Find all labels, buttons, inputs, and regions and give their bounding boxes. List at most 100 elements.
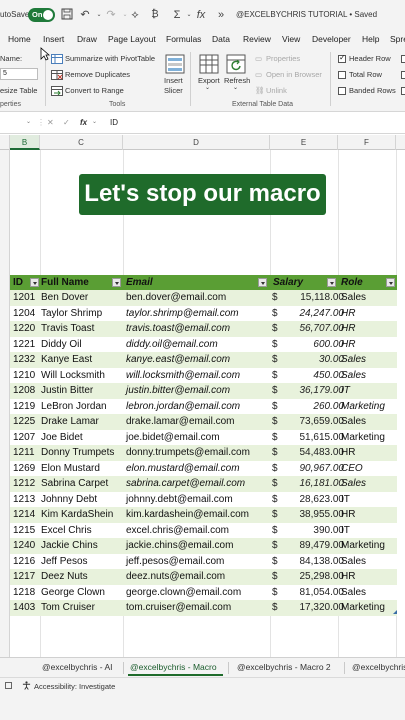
- cell-salary[interactable]: 56,707.00: [282, 321, 345, 337]
- cell-full-name[interactable]: Tom Cruiser: [38, 600, 123, 616]
- cell-salary[interactable]: 36,179.00: [282, 383, 345, 399]
- cell-id[interactable]: 1225: [10, 414, 38, 430]
- cell-role[interactable]: Sales: [338, 414, 397, 430]
- cell-id[interactable]: 1214: [10, 507, 38, 523]
- cell-email[interactable]: lebron.jordan@email.com: [123, 399, 270, 415]
- cell-role[interactable]: HR: [338, 337, 397, 353]
- column-header-c[interactable]: C: [40, 135, 123, 150]
- table-row[interactable]: 1216 Jeff Pesos jeff.pesos@email.com $84,13…: [10, 553, 397, 570]
- cell-role[interactable]: IT: [338, 492, 397, 508]
- properties-button[interactable]: Properties: [266, 54, 300, 63]
- accessibility-icon[interactable]: [22, 681, 31, 690]
- cell-full-name[interactable]: Excel Chris: [38, 523, 123, 539]
- table-row[interactable]: 1215 Excel Chris excel.chris@email.com $390…: [10, 522, 397, 539]
- undo-icon[interactable]: ↶: [78, 8, 92, 22]
- cell-id[interactable]: 1207: [10, 430, 38, 446]
- tab-developer[interactable]: Developer: [312, 34, 351, 44]
- select-all-corner[interactable]: [0, 135, 10, 150]
- cell-salary[interactable]: 90,967.00: [282, 461, 345, 477]
- cell-role[interactable]: HR: [338, 569, 397, 585]
- cell-id[interactable]: 1212: [10, 476, 38, 492]
- cell-email[interactable]: elon.mustard@email.com: [123, 461, 270, 477]
- row-headers[interactable]: [0, 150, 10, 660]
- cell-full-name[interactable]: Jackie Chins: [38, 538, 123, 554]
- table-row[interactable]: 1403 Tom Cruiser tom.cruiser@email.com $17,…: [10, 600, 397, 616]
- banded-rows-checkbox[interactable]: [338, 87, 346, 95]
- tab-page-layout[interactable]: Page Layout: [108, 34, 156, 44]
- cell-full-name[interactable]: Deez Nuts: [38, 569, 123, 585]
- table-row[interactable]: 1214 Kim KardaShein kim.kardashein@email.c…: [10, 507, 397, 523]
- cell-full-name[interactable]: George Clown: [38, 585, 123, 601]
- cell-role[interactable]: HR: [338, 507, 397, 523]
- table-row[interactable]: 1218 George Clown george.clown@email.com $8…: [10, 584, 397, 601]
- cell-email[interactable]: jeff.pesos@email.com: [123, 554, 270, 570]
- strikethrough-icon[interactable]: ₿: [148, 8, 162, 22]
- cell-email[interactable]: george.clown@email.com: [123, 585, 270, 601]
- cell-email[interactable]: diddy.oil@email.com: [123, 337, 270, 353]
- cell-email[interactable]: justin.bitter@email.com: [123, 383, 270, 399]
- unlink-button[interactable]: Unlink: [266, 86, 287, 95]
- cell-role[interactable]: Marketing: [338, 399, 397, 415]
- cell-role[interactable]: Marketing: [338, 600, 397, 616]
- insert-slicer-label-2[interactable]: Slicer: [164, 86, 183, 95]
- cell-full-name[interactable]: Elon Mustard: [38, 461, 123, 477]
- cell-salary[interactable]: 600.00: [282, 337, 344, 353]
- table-row[interactable]: 1269 Elon Mustard elon.mustard@email.com $9…: [10, 460, 397, 477]
- cell-salary[interactable]: 38,955.00: [282, 507, 345, 523]
- tab-insert[interactable]: Insert: [43, 34, 64, 44]
- cell-full-name[interactable]: Kim KardaShein: [38, 507, 123, 523]
- total-row-checkbox[interactable]: [338, 71, 346, 79]
- cell-email[interactable]: will.locksmith@email.com: [123, 368, 270, 384]
- open-in-browser-button[interactable]: Open in Browser: [266, 70, 322, 79]
- cell-role[interactable]: IT: [338, 523, 397, 539]
- table-row[interactable]: 1208 Justin Bitter justin.bitter@email.com…: [10, 383, 397, 399]
- column-header-f[interactable]: F: [338, 135, 396, 150]
- cell-salary[interactable]: 54,483.00: [282, 445, 345, 461]
- cell-id[interactable]: 1220: [10, 321, 38, 337]
- cell-salary[interactable]: 15,118.00: [282, 290, 344, 306]
- cell-salary[interactable]: 81,054.00: [282, 585, 345, 601]
- redo-icon[interactable]: ↷: [104, 8, 118, 22]
- table-row[interactable]: 1213 Johnny Debt johnny.debt@email.com $28,…: [10, 491, 397, 508]
- tab-view[interactable]: View: [282, 34, 300, 44]
- cell-role[interactable]: HR: [338, 321, 397, 337]
- cell-role[interactable]: CEO: [338, 461, 397, 477]
- cell-full-name[interactable]: Ben Dover: [38, 290, 123, 306]
- cell-email[interactable]: johnny.debt@email.com: [123, 492, 270, 508]
- table-row[interactable]: 1207 Joe Bidet joe.bidet@email.com $51,615.…: [10, 429, 397, 446]
- cell-salary[interactable]: 16,181.00: [282, 476, 345, 492]
- cell-role[interactable]: HR: [338, 306, 397, 322]
- cell-full-name[interactable]: Sabrina Carpet: [38, 476, 123, 492]
- save-icon[interactable]: [60, 8, 74, 22]
- insert-slicer-label-1[interactable]: Insert: [164, 76, 183, 85]
- table-row[interactable]: 1217 Deez Nuts deez.nuts@email.com $25,298.…: [10, 569, 397, 585]
- table-name-input[interactable]: 5: [0, 68, 38, 80]
- cell-id[interactable]: 1240: [10, 538, 38, 554]
- sheet-tab-more[interactable]: @excelbychris: [352, 662, 405, 672]
- more-commands-icon[interactable]: »: [214, 8, 228, 22]
- cell-full-name[interactable]: LeBron Jordan: [38, 399, 123, 415]
- cell-role[interactable]: Sales: [338, 554, 397, 570]
- filter-dropdown-icon[interactable]: [386, 278, 395, 287]
- cell-id[interactable]: 1210: [10, 368, 38, 384]
- cell-salary[interactable]: 28,623.00: [282, 492, 345, 508]
- cell-full-name[interactable]: Taylor Shrimp: [38, 306, 123, 322]
- table-row[interactable]: 1211 Donny Trumpets donny.trumpets@email.c…: [10, 445, 397, 461]
- table-row[interactable]: 1219 LeBron Jordan lebron.jordan@email.com…: [10, 398, 397, 415]
- table-row[interactable]: 1220 Travis Toast travis.toast@email.com $5…: [10, 321, 397, 337]
- remove-duplicates-button[interactable]: Remove Duplicates: [65, 70, 130, 79]
- cell-full-name[interactable]: Joe Bidet: [38, 430, 123, 446]
- cell-salary[interactable]: 24,247.00: [282, 306, 345, 322]
- summarize-pivot-button[interactable]: Summarize with PivotTable: [65, 54, 155, 63]
- filter-dropdown-icon[interactable]: [112, 278, 121, 287]
- function-icon[interactable]: fx: [194, 8, 208, 22]
- tab-data[interactable]: Data: [212, 34, 230, 44]
- refresh-dropdown-icon[interactable]: ⌄: [233, 84, 238, 91]
- cell-id[interactable]: 1269: [10, 461, 38, 477]
- table-row[interactable]: 1225 Drake Lamar drake.lamar@email.com $73,…: [10, 414, 397, 430]
- cell-salary[interactable]: 17,320.00: [282, 600, 345, 616]
- cell-id[interactable]: 1219: [10, 399, 38, 415]
- cell-email[interactable]: kanye.east@email.com: [123, 352, 270, 368]
- cell-email[interactable]: joe.bidet@email.com: [123, 430, 270, 446]
- cell-role[interactable]: Sales: [338, 352, 397, 368]
